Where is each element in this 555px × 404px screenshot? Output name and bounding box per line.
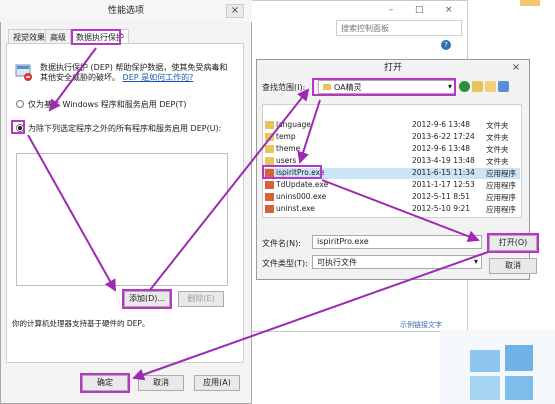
arrow xyxy=(27,134,116,292)
arrow xyxy=(48,47,97,112)
arrow xyxy=(132,251,489,381)
arrow xyxy=(149,88,310,291)
arrow xyxy=(321,179,480,243)
annotation-arrows xyxy=(27,47,489,381)
arrow xyxy=(297,99,321,164)
